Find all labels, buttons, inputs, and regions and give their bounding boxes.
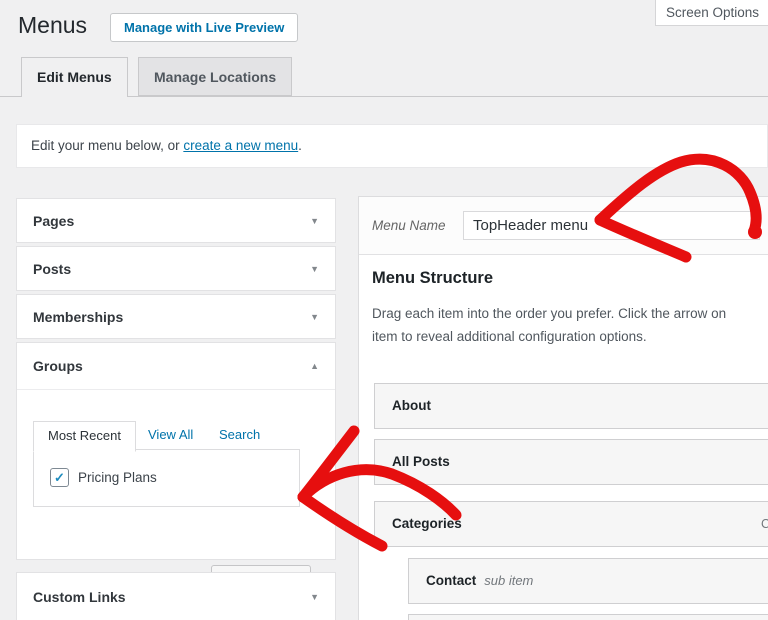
sidebar-panel-label: Groups xyxy=(33,358,83,374)
page-title: Menus xyxy=(18,10,87,40)
sidebar-panel-posts-header[interactable]: Posts ▼ xyxy=(17,247,335,291)
sidebar-panel-label: Memberships xyxy=(33,309,123,325)
sidebar-panel-custom-links[interactable]: Custom Links ▼ xyxy=(16,572,336,620)
sub-item-note: sub item xyxy=(484,573,533,588)
screen-options-button[interactable]: Screen Options xyxy=(655,0,768,26)
menu-item-label: All Posts xyxy=(392,454,450,469)
chevron-down-icon: ▼ xyxy=(310,264,319,274)
tab-search[interactable]: Search xyxy=(219,427,260,442)
menu-item-type-label: Category xyxy=(761,502,768,546)
tab-manage-locations[interactable]: Manage Locations xyxy=(138,57,292,96)
sidebar-panel-custom-links-header[interactable]: Custom Links ▼ xyxy=(17,575,335,619)
menu-structure-heading: Menu Structure xyxy=(372,269,493,288)
sidebar-panel-memberships-header[interactable]: Memberships ▼ xyxy=(17,295,335,339)
menu-editor-header: Menu Name xyxy=(359,197,768,255)
menu-item-label: Contact xyxy=(426,573,476,588)
sidebar-panel-groups-header[interactable]: Groups ▲ xyxy=(17,343,335,390)
chevron-up-icon: ▲ xyxy=(310,361,319,371)
create-new-menu-link[interactable]: create a new menu xyxy=(183,138,298,153)
menu-item-about[interactable]: About xyxy=(374,383,768,429)
checkbox-label: Pricing Plans xyxy=(78,470,157,485)
notice-bar: Edit your menu below, or create a new me… xyxy=(16,124,768,168)
menu-structure-description-line2: item to reveal additional configuration … xyxy=(372,329,647,344)
menu-item-partial[interactable] xyxy=(408,614,768,620)
chevron-down-icon: ▼ xyxy=(310,216,319,226)
pricing-plans-checkbox-row[interactable]: ✓ Pricing Plans xyxy=(50,468,157,487)
tab-view-all[interactable]: View All xyxy=(148,427,193,442)
menu-name-label: Menu Name xyxy=(372,197,446,254)
chevron-down-icon: ▼ xyxy=(310,592,319,602)
checkbox-checked[interactable]: ✓ xyxy=(50,468,69,487)
sidebar-panel-label: Custom Links xyxy=(33,589,126,605)
wp-admin-menus-page: Menus Manage with Live Preview Screen Op… xyxy=(0,0,768,620)
tab-most-recent[interactable]: Most Recent xyxy=(33,421,136,452)
sidebar-panel-label: Pages xyxy=(33,213,74,229)
menu-structure-description-line1: Drag each item into the order you prefer… xyxy=(372,306,726,321)
menu-item-label: About xyxy=(392,398,431,413)
sidebar-panel-memberships[interactable]: Memberships ▼ xyxy=(16,294,336,339)
groups-panel-body: Most Recent View All Search ✓ Pricing Pl… xyxy=(17,391,335,559)
checkmark-icon: ✓ xyxy=(54,470,65,486)
sidebar-panel-groups: Groups ▲ Most Recent View All Search ✓ P… xyxy=(16,342,336,560)
menu-editor-panel: Menu Name Menu Structure Drag each item … xyxy=(358,196,768,620)
chevron-down-icon: ▼ xyxy=(310,312,319,322)
sidebar-panel-posts[interactable]: Posts ▼ xyxy=(16,246,336,291)
menu-item-label: Categories xyxy=(392,516,462,531)
sidebar-panel-label: Posts xyxy=(33,261,71,277)
tab-edit-menus[interactable]: Edit Menus xyxy=(21,57,128,97)
menu-item-contact[interactable]: Contact sub item xyxy=(408,558,768,604)
sidebar-panel-pages[interactable]: Pages ▼ xyxy=(16,198,336,243)
notice-text-suffix: . xyxy=(298,138,302,153)
menu-item-categories[interactable]: Categories Category xyxy=(374,501,768,547)
notice-text: Edit your menu below, or xyxy=(31,138,183,153)
menu-name-input[interactable] xyxy=(463,211,760,240)
manage-live-preview-button[interactable]: Manage with Live Preview xyxy=(110,13,298,42)
groups-item-list: ✓ Pricing Plans xyxy=(33,449,300,507)
menu-item-all-posts[interactable]: All Posts xyxy=(374,439,768,485)
sidebar-panel-pages-header[interactable]: Pages ▼ xyxy=(17,199,335,243)
